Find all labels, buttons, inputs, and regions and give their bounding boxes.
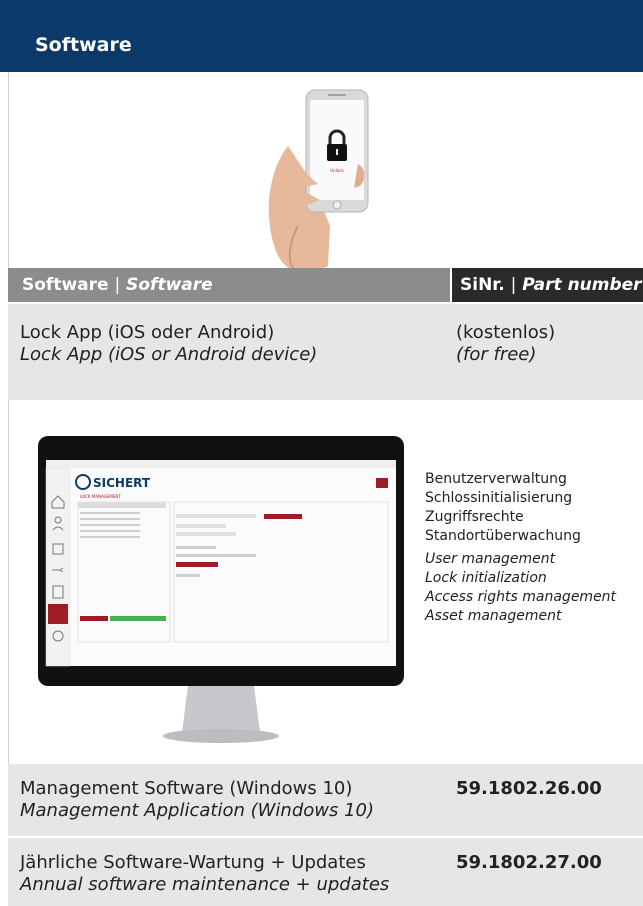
- price-note-en: (for free): [456, 344, 537, 365]
- product-name-de: Management Software (Windows 10): [20, 778, 353, 799]
- feature-en: Access rights management: [425, 589, 617, 605]
- brand-logo-text: SICHERT: [93, 476, 151, 490]
- feature-list: Benutzerverwaltung Schlossinitialisierun…: [425, 470, 616, 626]
- table-row: Management Software (Windows 10) Managem…: [8, 764, 643, 836]
- feature-en: Asset management: [425, 608, 562, 624]
- feature-de: Benutzerverwaltung: [425, 471, 567, 487]
- product-name-en: Lock App (iOS or Android device): [20, 344, 318, 365]
- feature-de: Schlossinitialisierung: [425, 490, 573, 506]
- view-title: LOCK MANAGEMENT: [80, 494, 121, 499]
- left-rule: [8, 72, 9, 268]
- part-number: 59.1802.27.00: [456, 852, 602, 873]
- product-name-en: Annual software maintenance + updates: [20, 874, 390, 895]
- table-row: Lock App (iOS oder Android) Lock App (iO…: [8, 304, 643, 400]
- monitor-image: SICHERT LOCK MANAGEMENT: [38, 436, 404, 743]
- feature-en: Lock initialization: [425, 570, 547, 586]
- lock-app-status-text: Unlock: [330, 168, 344, 173]
- left-rule: [8, 400, 9, 764]
- logout-button: [376, 478, 388, 488]
- product-name-de: Lock App (iOS oder Android): [20, 322, 275, 343]
- column-header-software: Software | Software: [8, 268, 450, 302]
- feature-de: Standortüberwachung: [425, 528, 581, 544]
- phone-in-hand-image: Unlock: [268, 89, 369, 275]
- price-note-de: (kostenlos): [456, 322, 556, 343]
- sidebar-active-item: [48, 604, 68, 624]
- page-title: Software: [35, 34, 132, 56]
- product-name-en: Management Application (Windows 10): [20, 800, 375, 821]
- part-number: 59.1802.26.00: [456, 778, 602, 799]
- product-name-de: Jährliche Software-Wartung + Updates: [20, 852, 366, 873]
- feature-de: Zugriffsrechte: [425, 509, 524, 525]
- header-bar: Software: [0, 0, 643, 72]
- table-row: Jährliche Software-Wartung + Updates Ann…: [8, 838, 643, 906]
- feature-en: User management: [425, 551, 556, 567]
- column-header-part-number: SiNr. | Part number: [452, 268, 643, 302]
